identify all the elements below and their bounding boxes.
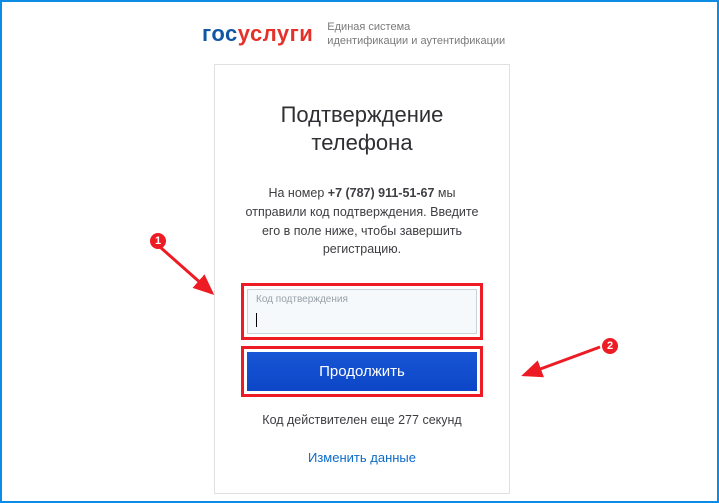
phone-number: +7 (787) 911-51-67 [328,186,435,200]
annotation-badge-2: 2 [602,338,618,354]
timer-post: секунд [419,413,462,427]
logo-part1: гос [202,21,238,46]
code-input[interactable] [256,308,468,323]
instruction-message: На номер +7 (787) 911-51-67 мы отправили… [241,184,483,259]
timer-pre: Код действителен еще [262,413,398,427]
code-input-container[interactable]: Код подтверждения [247,289,477,334]
continue-button-highlight: Продолжить [241,346,483,397]
header-subtitle: Единая система идентификации и аутентифи… [327,20,505,49]
change-data-link[interactable]: Изменить данные [308,450,416,465]
code-input-label: Код подтверждения [256,294,468,305]
logo-part2: услуги [238,21,314,46]
annotation-badge-1: 1 [150,233,166,249]
code-input-highlight: Код подтверждения [241,283,483,340]
logo: госуслуги [202,21,313,47]
page-title: Подтверждение телефона [241,101,483,156]
timer-seconds: 277 [398,413,419,427]
header-subtitle-text: Единая система идентификации и аутентифи… [327,21,505,47]
text-caret [256,313,257,327]
code-timer: Код действителен еще 277 секунд [241,413,483,427]
header: госуслуги Единая система идентификации и… [2,2,717,49]
verification-card: Подтверждение телефона На номер +7 (787)… [214,64,510,494]
msg-pre: На номер [268,186,327,200]
continue-button[interactable]: Продолжить [247,352,477,391]
annotation-arrow-2 [512,337,612,397]
